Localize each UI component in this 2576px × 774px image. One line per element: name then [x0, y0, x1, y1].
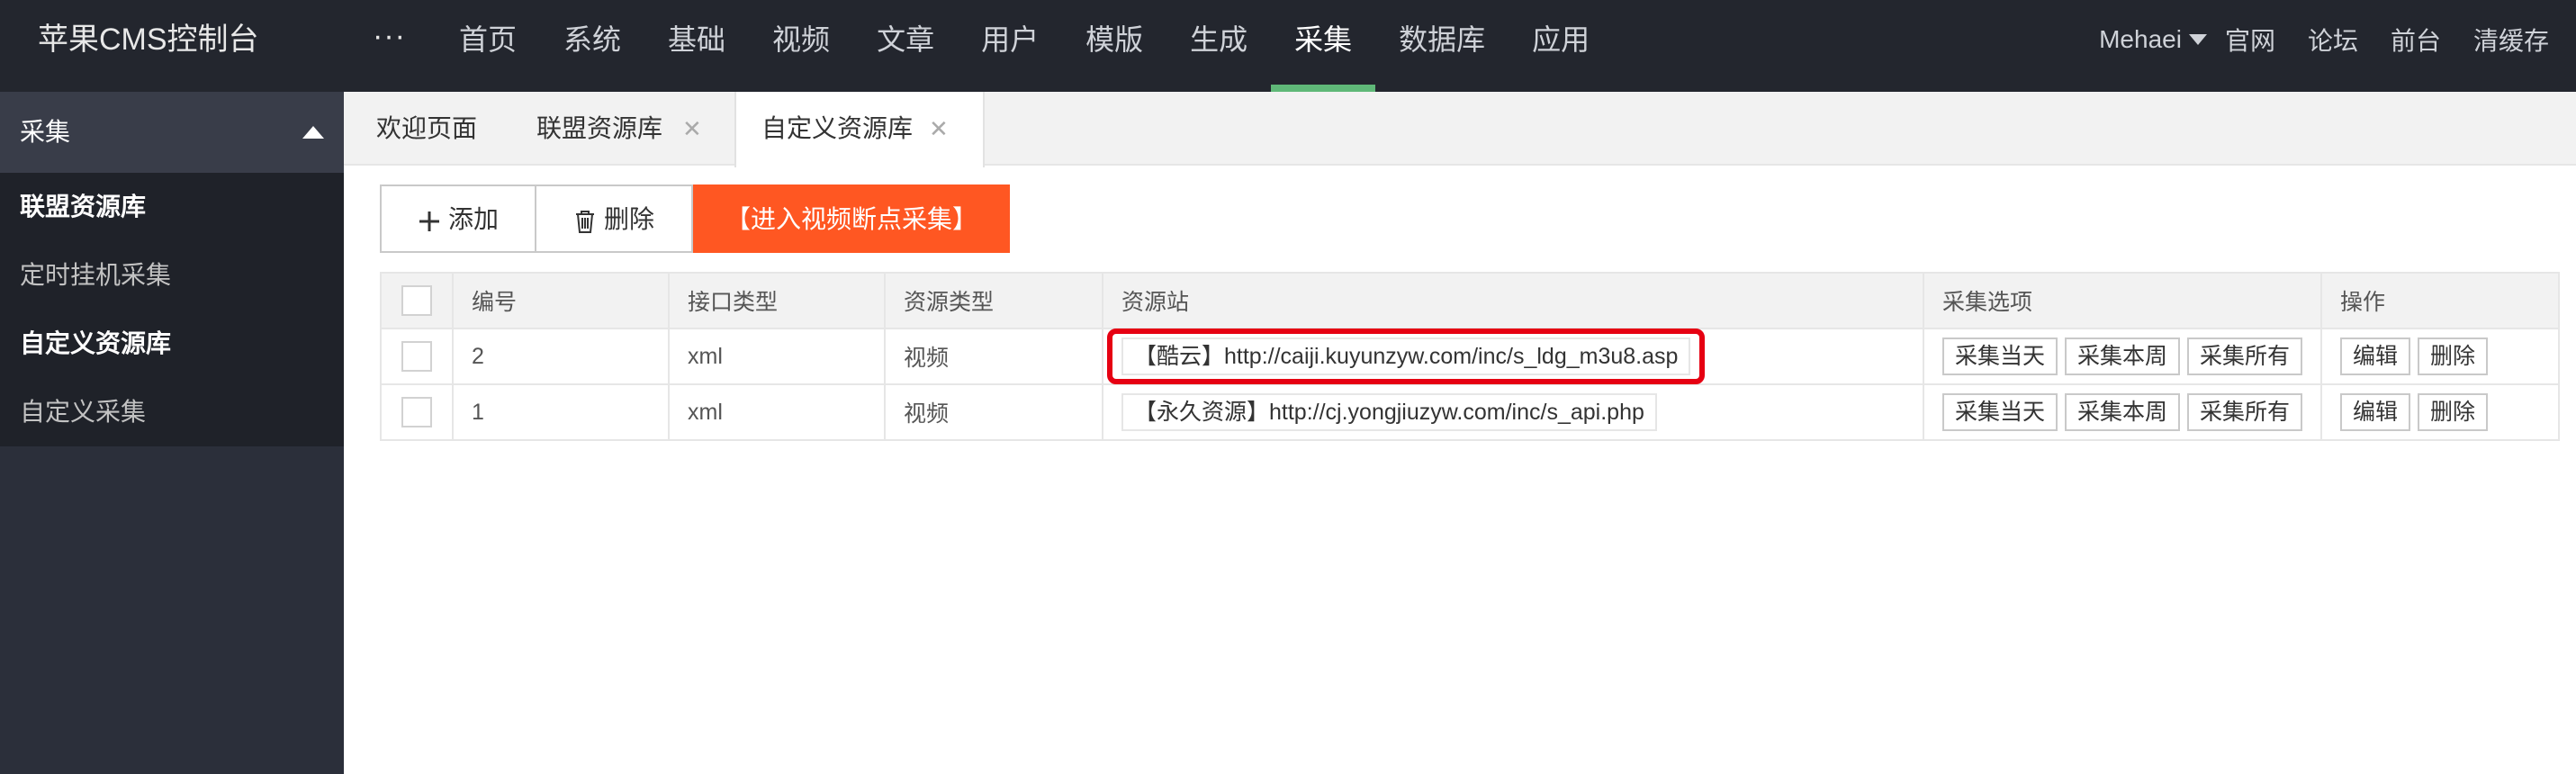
resource-site-button[interactable]: 【永久资源】http://cj.yongjiuzyw.com/inc/s_api… [1121, 393, 1657, 431]
column-header: 接口类型 [668, 272, 886, 329]
edit-button[interactable]: 编辑 [2340, 393, 2411, 431]
trash-icon [575, 210, 594, 233]
collect-today-button[interactable]: 采集当天 [1942, 393, 2058, 431]
collect-all-button[interactable]: 采集所有 [2187, 338, 2303, 375]
nav-article[interactable]: 文章 [853, 0, 958, 92]
row-delete-button[interactable]: 删除 [2418, 338, 2489, 375]
row-checkbox[interactable] [401, 397, 432, 428]
top-header: 苹果CMS控制台 ··· 首页 系统 基础 视频 文章 用户 模版 生成 采集 … [0, 0, 2576, 92]
delete-button-label: 删除 [603, 205, 654, 233]
row-checkbox[interactable] [401, 341, 432, 372]
id-cell: 2 [452, 328, 670, 385]
link-forum[interactable]: 论坛 [2308, 22, 2358, 58]
nav-video[interactable]: 视频 [749, 0, 853, 92]
collect-week-button[interactable]: 采集本周 [2065, 338, 2181, 375]
column-header: 编号 [452, 272, 670, 329]
actions-cell: 编辑 删除 [2320, 383, 2560, 441]
row-select-cell [380, 383, 454, 441]
sidebar-item-scheduled-collect[interactable]: 定时挂机采集 [0, 241, 344, 310]
nav-template[interactable]: 模版 [1062, 0, 1166, 92]
nav-generate[interactable]: 生成 [1166, 0, 1271, 92]
collect-options-cell: 采集当天 采集本周 采集所有 [1923, 383, 2322, 441]
sidebar-item-custom-collect[interactable]: 自定义采集 [0, 378, 344, 446]
enter-resume-collect-button[interactable]: 【进入视频断点采集】 [693, 184, 1010, 253]
api-type-cell: xml [668, 328, 886, 385]
row-select-cell [380, 328, 454, 385]
column-header: 资源站 [1102, 272, 1924, 329]
user-menu[interactable]: Mehaei [2099, 25, 2207, 54]
plus-icon [419, 211, 439, 231]
nav-basic[interactable]: 基础 [644, 0, 749, 92]
row-delete-button[interactable]: 删除 [2418, 393, 2489, 431]
tab-custom-library-label: 自定义资源库 [761, 114, 914, 142]
sidebar: 采集 联盟资源库 定时挂机采集 自定义资源库 自定义采集 [0, 92, 344, 774]
tab-welcome[interactable]: 欢迎页面 [376, 92, 477, 166]
sidebar-group-title: 采集 [20, 118, 71, 146]
nav-apps[interactable]: 应用 [1509, 0, 1613, 92]
site-cell: 【酷云】http://caiji.kuyunzyw.com/inc/s_ldg_… [1102, 328, 1924, 385]
app-logo: 苹果CMS控制台 [38, 22, 259, 57]
username: Mehaei [2099, 25, 2182, 53]
tab-bar: 欢迎页面 联盟资源库 ✕ 自定义资源库 ✕ [344, 92, 2576, 167]
add-button[interactable]: 添加 [380, 184, 536, 253]
close-icon[interactable]: ✕ [929, 92, 949, 166]
table-row: 1 xml 视频 【永久资源】http://cj.yongjiuzyw.com/… [380, 383, 2560, 441]
sidebar-item-custom-library[interactable]: 自定义资源库 [0, 310, 344, 378]
column-header: 采集选项 [1923, 272, 2322, 329]
resource-type-cell: 视频 [884, 383, 1103, 441]
link-frontend[interactable]: 前台 [2391, 22, 2441, 58]
link-official-site[interactable]: 官网 [2225, 22, 2275, 58]
chevron-up-icon [302, 126, 324, 139]
main-nav: 首页 系统 基础 视频 文章 用户 模版 生成 采集 数据库 应用 [436, 0, 1613, 92]
nav-user[interactable]: 用户 [958, 0, 1062, 92]
add-button-label: 添加 [447, 205, 499, 233]
more-menu-icon[interactable]: ··· [373, 0, 406, 79]
tab-union-library[interactable]: 联盟资源库 [536, 92, 662, 166]
delete-button[interactable]: 删除 [535, 184, 693, 253]
highlight-box: 【酷云】http://caiji.kuyunzyw.com/inc/s_ldg_… [1106, 328, 1706, 384]
collect-week-button[interactable]: 采集本周 [2065, 393, 2181, 431]
column-header: 操作 [2320, 272, 2560, 329]
actions-cell: 编辑 删除 [2320, 328, 2560, 385]
nav-system[interactable]: 系统 [540, 0, 644, 92]
nav-home[interactable]: 首页 [436, 0, 540, 92]
link-clear-cache[interactable]: 清缓存 [2473, 22, 2549, 58]
close-icon[interactable]: ✕ [682, 92, 702, 166]
table-header-row: 编号 接口类型 资源类型 资源站 采集选项 操作 [380, 272, 2560, 329]
collect-all-button[interactable]: 采集所有 [2187, 393, 2303, 431]
chevron-down-icon [2188, 34, 2207, 45]
header-right-nav: Mehaei 官网 论坛 前台 清缓存 [2067, 0, 2549, 79]
table-row: 2 xml 视频 【酷云】http://caiji.kuyunzyw.com/i… [380, 328, 2560, 385]
collect-options-cell: 采集当天 采集本周 采集所有 [1923, 328, 2322, 385]
resource-type-cell: 视频 [884, 328, 1103, 385]
site-cell: 【永久资源】http://cj.yongjiuzyw.com/inc/s_api… [1102, 383, 1924, 441]
collect-today-button[interactable]: 采集当天 [1942, 338, 2058, 375]
sidebar-submenu: 联盟资源库 定时挂机采集 自定义资源库 自定义采集 [0, 173, 344, 446]
sidebar-group-collect[interactable]: 采集 [0, 92, 344, 173]
resource-table: 编号 接口类型 资源类型 资源站 采集选项 操作 2 xml 视频 【酷云】ht… [380, 272, 2560, 441]
sidebar-item-union-library[interactable]: 联盟资源库 [0, 173, 344, 241]
nav-collect[interactable]: 采集 [1271, 0, 1376, 92]
column-header: 资源类型 [884, 272, 1103, 329]
select-all-header [380, 272, 454, 329]
resource-site-button[interactable]: 【酷云】http://caiji.kuyunzyw.com/inc/s_ldg_… [1121, 338, 1691, 375]
select-all-checkbox[interactable] [401, 285, 432, 316]
nav-database[interactable]: 数据库 [1375, 0, 1509, 92]
api-type-cell: xml [668, 383, 886, 441]
id-cell: 1 [452, 383, 670, 441]
edit-button[interactable]: 编辑 [2340, 338, 2411, 375]
